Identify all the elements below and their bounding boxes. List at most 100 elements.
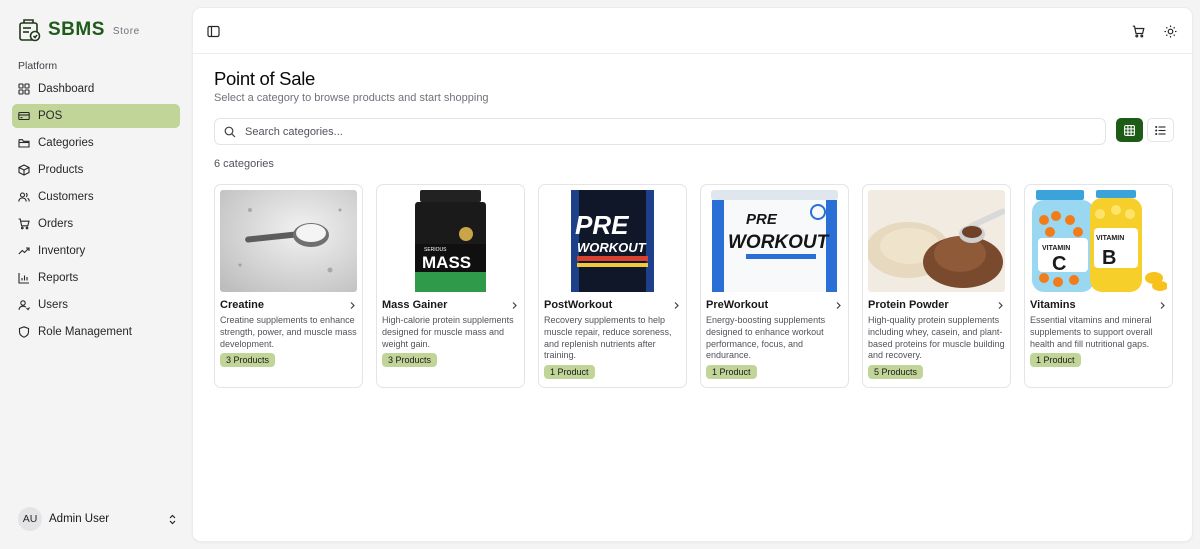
panel-left-icon: [206, 25, 220, 37]
card-title: Protein Powder: [868, 299, 949, 311]
card-header: Creatine: [220, 298, 357, 312]
sidebar-item-label: Customers: [38, 191, 94, 203]
main-panel: Point of Sale Select a category to brows…: [192, 7, 1193, 542]
sidebar-item-pos[interactable]: POS: [12, 104, 180, 128]
vitamins-bottles-image: VITAMIN C VITAMIN B: [1030, 190, 1167, 292]
sun-icon: [1164, 25, 1176, 37]
product-count-badge: 3 Products: [382, 353, 438, 368]
sidebar-section-label: Platform: [18, 60, 58, 72]
sidebar-item-customers[interactable]: Customers: [12, 185, 180, 209]
category-card-preworkout[interactable]: PRE WORKOUT PreWorkout Energy-boosting s…: [700, 184, 849, 388]
sidebar-item-label: Inventory: [38, 245, 86, 257]
avatar: AU: [18, 507, 42, 531]
grid-view-button[interactable]: [1116, 118, 1143, 142]
postworkout-tub-image: PRE WORKOUT: [544, 190, 681, 292]
shield-icon: [18, 326, 30, 338]
dashboard-icon: [18, 83, 30, 95]
category-image: PRE WORKOUT: [544, 190, 681, 292]
cart-icon: [18, 218, 30, 230]
chevron-right-icon: [674, 301, 679, 309]
list-icon: [1155, 125, 1166, 135]
workout-word-text: WORKOUT: [577, 240, 647, 255]
sidebar-item-dashboard[interactable]: Dashboard: [12, 77, 180, 101]
search-icon: [224, 126, 236, 137]
trend-icon: [18, 247, 30, 255]
sidebar-item-label: Orders: [38, 218, 74, 230]
card-description: Energy-boosting supplements designed to …: [706, 315, 826, 361]
pos-icon: [18, 111, 30, 121]
sidebar-item-label: Reports: [38, 272, 79, 284]
cart-icon: [1132, 25, 1145, 38]
sidebar-item-users[interactable]: Users: [12, 293, 180, 317]
sidebar: SBMS Store Platform Dashboard POS Catego…: [0, 0, 192, 549]
store-logo-icon: [19, 19, 41, 42]
mass-gainer-tub-image: SERIOUS MASS: [382, 190, 519, 292]
sidebar-toggle-button[interactable]: [202, 20, 224, 42]
card-header: Protein Powder: [868, 298, 1005, 312]
users-icon: [18, 192, 30, 202]
grid-icon: [1124, 124, 1135, 136]
sidebar-item-reports[interactable]: Reports: [12, 266, 180, 290]
list-view-button[interactable]: [1147, 118, 1174, 142]
product-count-badge: 1 Product: [1030, 353, 1081, 368]
chevron-right-icon: [998, 301, 1003, 309]
sidebar-item-label: Products: [38, 164, 84, 176]
category-image: PRE WORKOUT: [706, 190, 843, 292]
product-count-badge: 5 Products: [868, 365, 924, 380]
user-icon: [18, 300, 30, 311]
chevrons-up-down-icon: [169, 514, 176, 524]
card-title: PostWorkout: [544, 299, 613, 311]
sidebar-item-role-management[interactable]: Role Management: [12, 320, 180, 344]
sidebar-item-orders[interactable]: Orders: [12, 212, 180, 236]
card-title: Mass Gainer: [382, 299, 448, 311]
category-card-mass-gainer[interactable]: SERIOUS MASS Mass Gainer High-calorie pr…: [376, 184, 525, 388]
pre-word-text: PRE: [575, 210, 629, 240]
product-count-badge: 1 Product: [706, 365, 757, 380]
sidebar-item-inventory[interactable]: Inventory: [12, 239, 180, 263]
sidebar-nav: Dashboard POS Categories Products Custom…: [12, 77, 180, 347]
brand-subtitle: Store: [112, 25, 140, 37]
card-header: Mass Gainer: [382, 298, 519, 312]
category-image: [220, 190, 357, 292]
chevron-right-icon: [350, 301, 355, 309]
mass-word-text: MASS: [422, 253, 471, 272]
card-description: Recovery supplements to help muscle repa…: [544, 315, 672, 361]
category-card-creatine[interactable]: Creatine Creatine supplements to enhance…: [214, 184, 363, 388]
user-name: Admin User: [49, 513, 110, 525]
card-title: PreWorkout: [706, 299, 769, 311]
card-description: Essential vitamins and mineral supplemen…: [1030, 315, 1153, 349]
category-search[interactable]: [214, 118, 1106, 145]
card-header: Vitamins: [1030, 298, 1167, 312]
vitamin-word-text: VITAMIN: [1042, 245, 1070, 252]
card-header: PostWorkout: [544, 298, 681, 312]
sidebar-item-label: Role Management: [38, 326, 132, 338]
category-card-protein-powder[interactable]: Protein Powder High-quality protein supp…: [862, 184, 1011, 388]
user-menu[interactable]: AU Admin User: [18, 507, 178, 531]
category-image: VITAMIN C VITAMIN B: [1030, 190, 1167, 292]
chart-icon: [18, 273, 29, 284]
search-input[interactable]: [245, 125, 1105, 138]
chevron-right-icon: [1160, 301, 1165, 309]
category-grid: Creatine Creatine supplements to enhance…: [214, 184, 1173, 388]
category-count: 6 categories: [214, 158, 274, 170]
product-count-badge: 1 Product: [544, 365, 595, 380]
card-description: High-calorie protein supplements designe…: [382, 315, 514, 349]
sidebar-item-categories[interactable]: Categories: [12, 131, 180, 155]
page-title: Point of Sale: [214, 68, 316, 89]
category-image: SERIOUS MASS: [382, 190, 519, 292]
card-title: Creatine: [220, 299, 265, 311]
category-card-postworkout[interactable]: PRE WORKOUT PostWorkout Recovery supplem…: [538, 184, 687, 388]
workout-word-text: WORKOUT: [728, 232, 830, 253]
protein-powder-image: [868, 190, 1005, 292]
cart-button[interactable]: [1127, 20, 1149, 42]
category-card-vitamins[interactable]: VITAMIN C VITAMIN B Vitamins Essential v…: [1024, 184, 1173, 388]
folder-icon: [18, 139, 30, 148]
card-description: High-quality protein supplements includi…: [868, 315, 1005, 361]
card-header: PreWorkout: [706, 298, 843, 312]
brand-name: SBMS: [48, 19, 105, 40]
creatine-scoop-image: [220, 190, 357, 292]
brand[interactable]: SBMS Store: [18, 16, 140, 44]
pre-word-text: PRE: [746, 211, 778, 228]
theme-toggle-button[interactable]: [1159, 20, 1181, 42]
sidebar-item-products[interactable]: Products: [12, 158, 180, 182]
